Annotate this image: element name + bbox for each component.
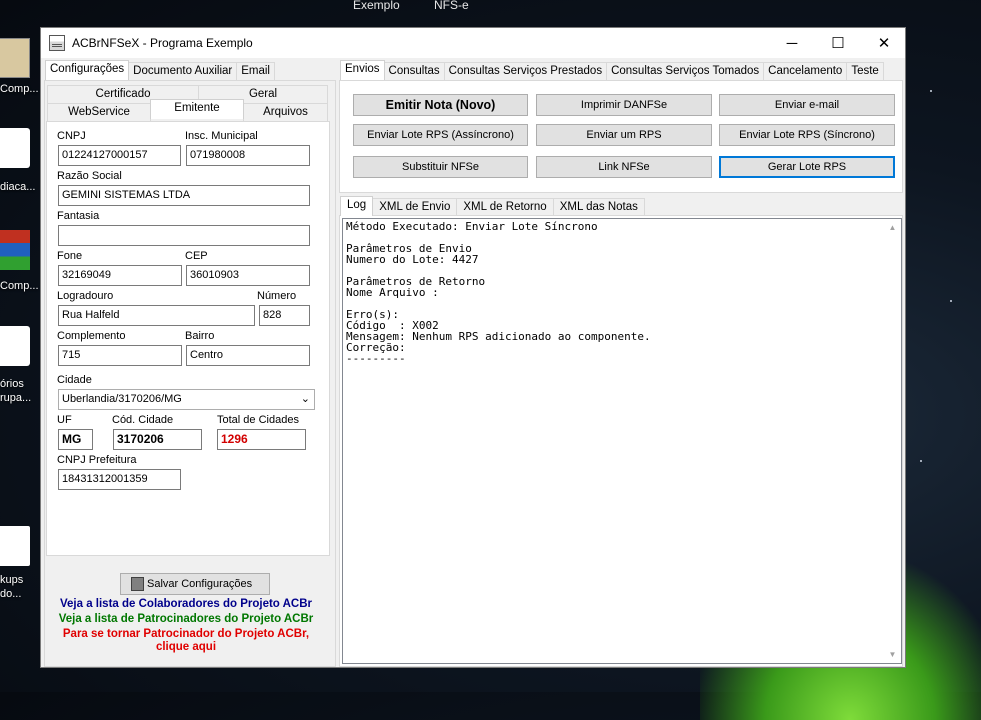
total-cidades-field[interactable]: 1296 [217, 429, 306, 450]
cidade-label: Cidade [57, 374, 92, 386]
enviar-lote-assincrono-button[interactable]: Enviar Lote RPS (Assíncrono) [353, 124, 528, 146]
document-icon[interactable] [0, 326, 30, 366]
total-cidades-label: Total de Cidades [217, 414, 299, 426]
app-icon [49, 35, 65, 51]
window-title: ACBrNFSeX - Programa Exemplo [72, 36, 253, 50]
log-textarea[interactable]: Método Executado: Enviar Lote Síncrono P… [342, 218, 902, 664]
tab-consultas-prestados[interactable]: Consultas Serviços Prestados [443, 62, 608, 80]
razao-social-field[interactable]: GEMINI SISTEMAS LTDA [58, 185, 310, 206]
link-nfse-button[interactable]: Link NFSe [536, 156, 712, 178]
colaboradores-link[interactable]: Veja a lista de Colaboradores do Projeto… [41, 598, 331, 610]
cnpj-prefeitura-label: CNPJ Prefeitura [57, 454, 137, 466]
maximize-button[interactable]: ☐ [815, 28, 861, 58]
tab-emitente[interactable]: Emitente [150, 99, 244, 119]
desktop-icon-label[interactable]: órios rupa... [0, 377, 31, 405]
save-icon [131, 577, 144, 591]
save-config-label: Salvar Configurações [147, 578, 253, 590]
document-icon[interactable] [0, 128, 30, 168]
fantasia-label: Fantasia [57, 210, 100, 222]
uf-field[interactable]: MG [58, 429, 93, 450]
envios-tabs: Envios Consultas Consultas Serviços Pres… [340, 60, 884, 80]
emitir-nota-button[interactable]: Emitir Nota (Novo) [353, 94, 528, 116]
file-icon[interactable] [0, 526, 30, 566]
scroll-up-icon[interactable]: ▲ [884, 219, 901, 236]
log-tabs: Log XML de Envio XML de Retorno XML das … [340, 196, 645, 216]
tab-xml-retorno[interactable]: XML de Retorno [456, 198, 554, 216]
numero-field[interactable]: 828 [259, 305, 310, 326]
cnpj-field[interactable]: 01224127000157 [58, 145, 181, 166]
tab-arquivos[interactable]: Arquivos [243, 103, 328, 121]
tab-xml-notas[interactable]: XML das Notas [552, 198, 645, 216]
cep-field[interactable]: 36010903 [186, 265, 310, 286]
desktop-icon-label[interactable]: Comp... [0, 82, 39, 96]
desktop-icon-label[interactable]: Comp... [0, 279, 39, 293]
tab-xml-envio[interactable]: XML de Envio [372, 198, 458, 216]
complemento-label: Complemento [57, 330, 126, 342]
complemento-field[interactable]: 715 [58, 345, 182, 366]
minimize-button[interactable]: ─ [769, 28, 815, 58]
archive-icon[interactable] [0, 230, 30, 270]
imprimir-danfse-button[interactable]: Imprimir DANFSe [536, 94, 712, 116]
close-button[interactable]: ✕ [861, 28, 907, 58]
cod-cidade-field[interactable]: 3170206 [113, 429, 202, 450]
log-scrollbar[interactable]: ▲ ▼ [884, 219, 901, 663]
fone-label: Fone [57, 250, 83, 262]
razao-social-label: Razão Social [57, 170, 122, 182]
patrocinador-link-line2[interactable]: clique aqui [41, 641, 331, 653]
enviar-lote-sincrono-button[interactable]: Enviar Lote RPS (Síncrono) [719, 124, 895, 146]
bairro-field[interactable]: Centro [186, 345, 310, 366]
fantasia-field[interactable] [58, 225, 310, 246]
tab-consultas[interactable]: Consultas [383, 62, 445, 80]
logradouro-label: Logradouro [57, 290, 114, 302]
tab-documento-auxiliar[interactable]: Documento Auxiliar [128, 62, 238, 80]
cnpj-label: CNPJ [57, 130, 86, 142]
substituir-nfse-button[interactable]: Substituir NFSe [353, 156, 528, 178]
tab-teste[interactable]: Teste [846, 62, 884, 80]
uf-label: UF [57, 414, 72, 426]
enviar-email-button[interactable]: Enviar e-mail [719, 94, 895, 116]
fone-field[interactable]: 32169049 [58, 265, 182, 286]
logradouro-field[interactable]: Rua Halfeld [58, 305, 255, 326]
scroll-down-icon[interactable]: ▼ [884, 646, 901, 663]
config-tabs: Configurações Documento Auxiliar Email [45, 60, 275, 80]
tab-webservice[interactable]: WebService [47, 103, 151, 121]
cep-label: CEP [185, 250, 208, 262]
cidade-select-value: Uberlandia/3170206/MG [62, 393, 182, 405]
tab-envios[interactable]: Envios [340, 60, 385, 80]
patrocinador-link-line1[interactable]: Para se tornar Patrocinador do Projeto A… [41, 628, 331, 640]
tab-cancelamento[interactable]: Cancelamento [763, 62, 848, 80]
title-bar[interactable]: ACBrNFSeX - Programa Exemplo ─ ☐ ✕ [41, 28, 905, 58]
enviar-um-rps-button[interactable]: Enviar um RPS [536, 124, 712, 146]
tab-email[interactable]: Email [236, 62, 275, 80]
cnpj-prefeitura-field[interactable]: 18431312001359 [58, 469, 181, 490]
desktop-icon-label[interactable]: kups do... [0, 573, 23, 601]
desktop-icon-label[interactable]: diaca... [0, 180, 35, 194]
chevron-down-icon: ⌄ [300, 393, 310, 405]
bairro-label: Bairro [185, 330, 215, 342]
desktop-label-exemplo: Exemplo [353, 0, 400, 12]
tab-consultas-tomados[interactable]: Consultas Serviços Tomados [606, 62, 765, 80]
cod-cidade-label: Cód. Cidade [112, 414, 174, 426]
emitente-panel: CNPJ 01224127000157 Insc. Municipal 0719… [46, 121, 330, 556]
insc-municipal-field[interactable]: 071980008 [186, 145, 310, 166]
insc-municipal-label: Insc. Municipal [185, 130, 258, 142]
desktop-file-icon[interactable] [0, 38, 30, 78]
patrocinadores-link[interactable]: Veja a lista de Patrocinadores do Projet… [41, 613, 331, 625]
log-text: Método Executado: Enviar Lote Síncrono P… [346, 220, 651, 365]
cidade-select[interactable]: Uberlandia/3170206/MG ⌄ [58, 389, 315, 410]
save-config-button[interactable]: Salvar Configurações [120, 573, 270, 595]
desktop-label-nfse: NFS-e [434, 0, 469, 12]
tab-configuracoes[interactable]: Configurações [45, 60, 130, 80]
gerar-lote-rps-button[interactable]: Gerar Lote RPS [719, 156, 895, 178]
tab-log[interactable]: Log [340, 196, 374, 216]
numero-label: Número [257, 290, 297, 302]
